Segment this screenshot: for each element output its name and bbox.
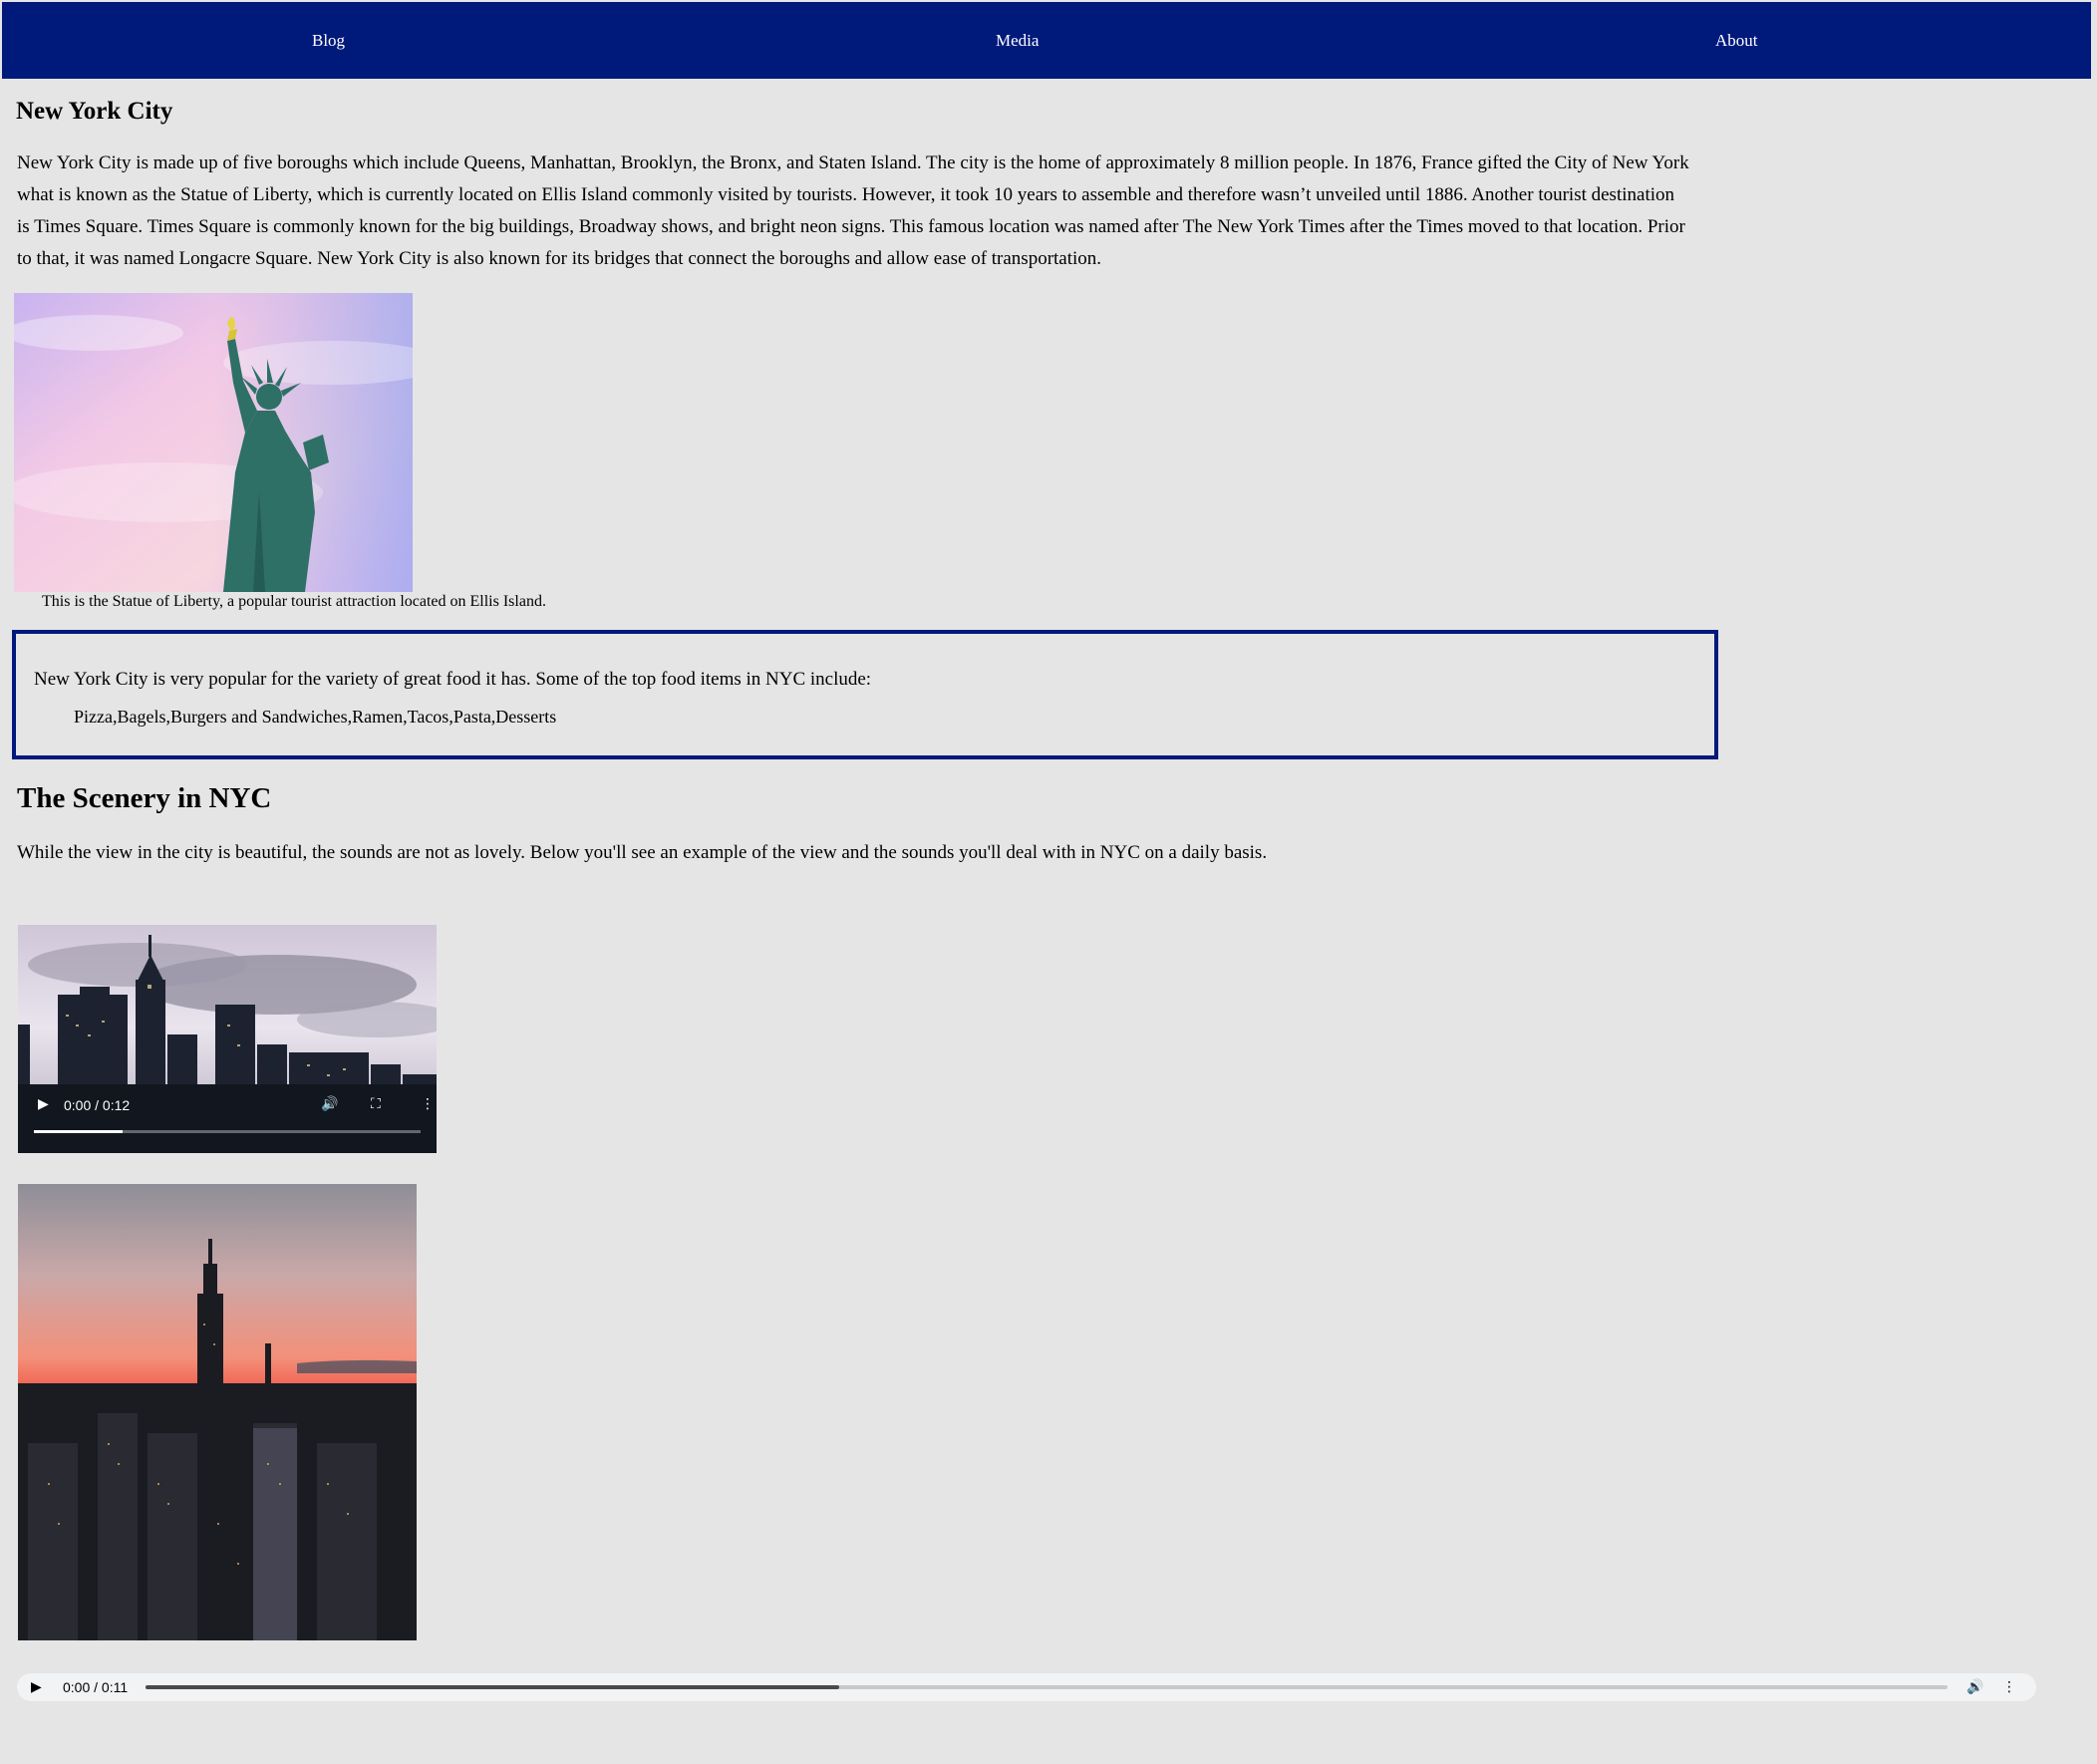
city-video-player[interactable]: ▶ 0:00 / 0:12 🔊 ⛶ ⋮ <box>18 925 437 1153</box>
audio-volume-icon[interactable]: 🔊 <box>1966 1679 1983 1695</box>
nav-blog-link[interactable]: Blog <box>312 31 345 51</box>
food-intro: New York City is very popular for the va… <box>34 669 872 690</box>
statue-of-liberty-image <box>14 293 413 592</box>
video-time: 0:00 / 0:12 <box>64 1097 131 1113</box>
volume-icon[interactable]: 🔊 <box>321 1096 338 1112</box>
empire-state-skyline-image <box>18 1184 417 1640</box>
city-audio-player[interactable]: ▶ 0:00 / 0:11 🔊 ⋮ <box>17 1673 2036 1701</box>
fullscreen-icon[interactable]: ⛶ <box>371 1096 381 1112</box>
video-frame <box>18 925 437 1153</box>
page-title: New York City <box>16 98 173 125</box>
scenery-heading: The Scenery in NYC <box>17 782 272 814</box>
nav-media-link[interactable]: Media <box>996 31 1039 51</box>
video-progress-bar[interactable] <box>34 1130 421 1133</box>
food-section: New York City is very popular for the va… <box>12 630 1718 759</box>
audio-more-options-icon[interactable]: ⋮ <box>2002 1679 2016 1695</box>
food-list: Pizza,Bagels,Burgers and Sandwiches,Rame… <box>74 707 557 727</box>
video-controls: ▶ 0:00 / 0:12 🔊 ⛶ ⋮ <box>32 1096 435 1118</box>
audio-play-icon[interactable]: ▶ <box>31 1679 42 1695</box>
scenery-paragraph: While the view in the city is beautiful,… <box>17 842 1268 863</box>
play-icon[interactable]: ▶ <box>38 1096 49 1112</box>
video-progress-fill <box>34 1130 124 1133</box>
statue-caption: This is the Statue of Liberty, a popular… <box>42 593 546 610</box>
more-options-icon[interactable]: ⋮ <box>421 1096 435 1112</box>
nav-about-link[interactable]: About <box>1715 31 1758 51</box>
audio-progress-fill <box>146 1685 840 1689</box>
audio-time: 0:00 / 0:11 <box>63 1679 129 1695</box>
top-nav: Blog Media About <box>2 2 2091 79</box>
intro-paragraph: New York City is made up of five borough… <box>17 152 1689 269</box>
audio-progress-bar[interactable] <box>146 1685 1947 1689</box>
